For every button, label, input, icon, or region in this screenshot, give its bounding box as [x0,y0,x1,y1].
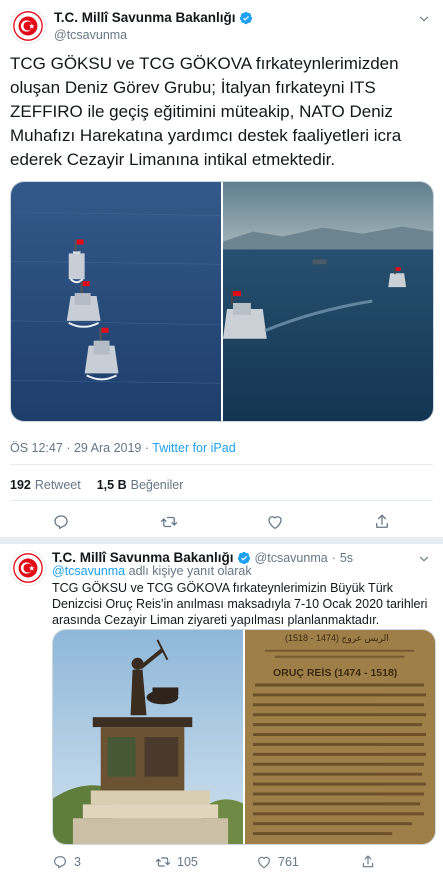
ministry-logo-icon [11,9,45,43]
reply-context: @tcsavunma adlı kişiye yanıt olarak [52,564,252,578]
tweet-actions [0,513,443,531]
engagement-stats: 192 Retweet 1,5 B Beğeniler [10,478,183,492]
share-icon[interactable] [360,854,376,870]
author-handle[interactable]: @tcsavunma [255,551,328,565]
tweet-time-ago[interactable]: 5s [340,551,353,565]
meta-separator: · [144,441,150,455]
plaque-arabic-title: (1518 - 1474) الريس عروج [285,633,389,643]
retweet-icon[interactable] [155,854,171,870]
author-name[interactable]: T.C. Millî Savunma Bakanlığı [52,550,234,565]
ministry-logo-icon [11,551,45,585]
tweet-media[interactable]: (1518 - 1474) الريس عروج ORUÇ REİS (1474… [52,629,436,845]
likes-stat[interactable]: 1,5 B Beğeniler [97,478,184,492]
tweet-actions: 3 105 761 [0,854,443,872]
chevron-down-icon[interactable] [417,552,431,566]
retweet-icon[interactable] [160,513,178,531]
retweet-action[interactable]: 105 [155,854,198,870]
chevron-down-icon[interactable] [417,12,431,26]
retweets-stat[interactable]: 192 Retweet [10,478,81,492]
avatar[interactable] [10,550,46,586]
verified-badge-icon [239,11,253,25]
retweets-label: Retweet [34,478,81,492]
author-handle[interactable]: @tcsavunma [54,28,127,42]
retweet-count: 105 [177,855,198,869]
plaque-title: ORUÇ REİS (1474 - 1518) [273,667,398,679]
verified-badge-icon [237,551,251,565]
tweet-time[interactable]: ÖS 12:47 [10,441,63,455]
heart-icon[interactable] [266,513,284,531]
reply-icon[interactable] [52,513,70,531]
meta-separator: · [66,441,71,455]
reply-context-label: adlı kişiye yanıt olarak [128,564,252,578]
media-photo-frigates-formation[interactable] [11,182,221,421]
media-photo-frigates-horizon[interactable] [223,182,433,421]
likes-count: 1,5 B [96,478,127,492]
author-row[interactable]: T.C. Millî Savunma Bakanlığı @tcsavunma … [52,550,353,565]
tweet-text: TCG GÖKSU ve TCG GÖKOVA fırkateynlerimiz… [52,581,428,627]
like-count: 761 [278,855,299,869]
share-action[interactable] [360,854,376,870]
retweets-count: 192 [10,478,31,492]
like-action[interactable]: 761 [256,854,299,870]
tweet-source-link[interactable]: Twitter for iPad [152,441,235,455]
media-photo-statue[interactable] [53,630,243,844]
divider [10,500,433,501]
share-icon[interactable] [373,513,391,531]
author-row[interactable]: T.C. Millî Savunma Bakanlığı [54,10,253,25]
reply-count: 3 [74,855,81,869]
reply-tweet[interactable]: T.C. Millî Savunma Bakanlığı @tcsavunma … [0,544,443,882]
meta-separator: · [331,550,336,565]
author-name[interactable]: T.C. Millî Savunma Bakanlığı [54,10,236,25]
reply-action[interactable]: 3 [52,854,81,870]
heart-icon[interactable] [256,854,272,870]
main-tweet: T.C. Millî Savunma Bakanlığı @tcsavunma … [0,0,443,538]
tweet-date[interactable]: 29 Ara 2019 [74,441,141,455]
tweet-timestamp-row: ÖS 12:47 · 29 Ara 2019 · Twitter for iPa… [10,441,236,455]
tweet-text: TCG GÖKSU ve TCG GÖKOVA fırkateynlerimiz… [10,54,402,169]
likes-label: Beğeniler [130,478,184,492]
reply-icon[interactable] [52,854,68,870]
media-photo-plaque[interactable]: (1518 - 1474) الريس عروج ORUÇ REİS (1474… [245,630,435,844]
reply-mention-link[interactable]: @tcsavunma [52,564,125,578]
avatar[interactable] [10,8,46,44]
tweet-media[interactable] [10,181,434,422]
divider [10,464,433,465]
